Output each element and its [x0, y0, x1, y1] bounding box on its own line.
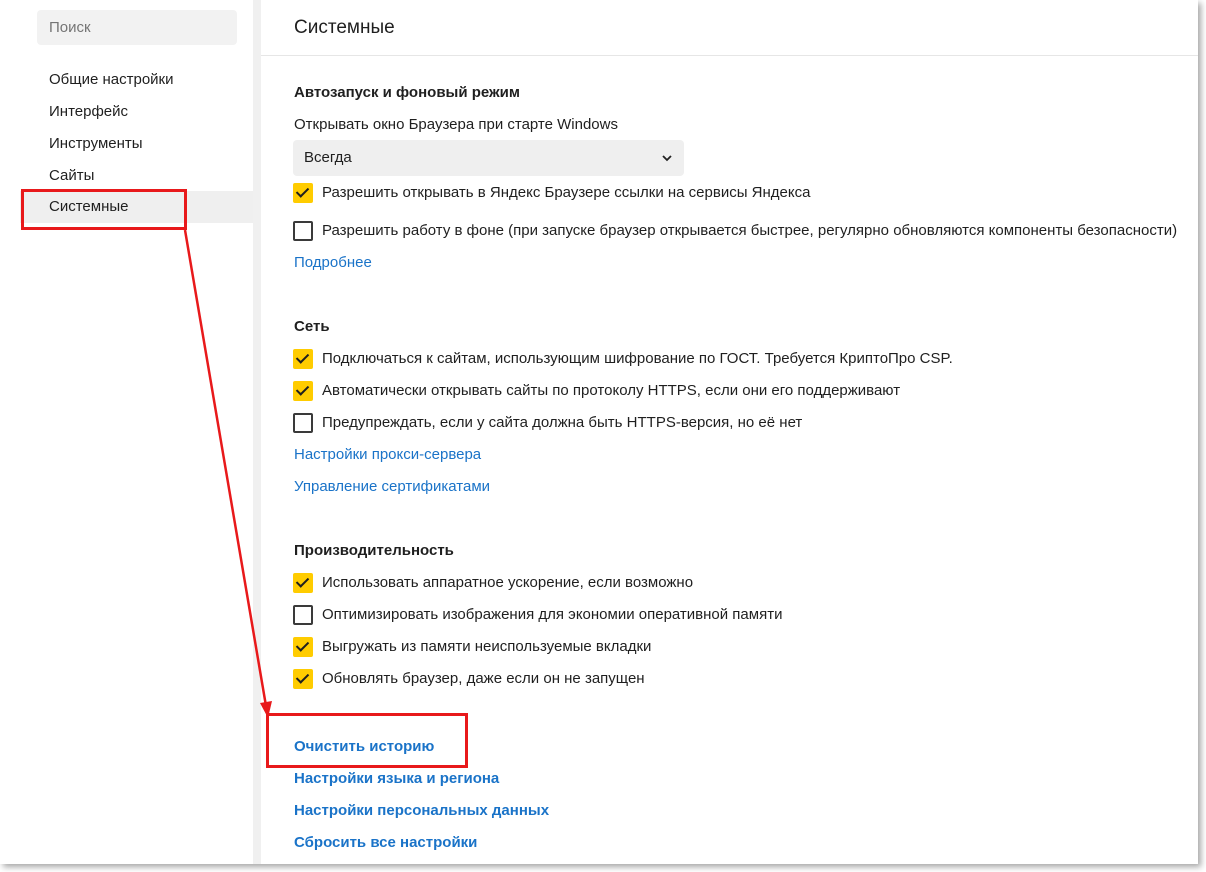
checkbox-label: Подключаться к сайтам, использующим шифр…	[322, 350, 953, 367]
checkbox-unchecked-icon[interactable]	[293, 605, 313, 625]
checkbox-unchecked-icon[interactable]	[293, 221, 313, 241]
checkbox-label: Предупреждать, если у сайта должна быть …	[322, 414, 803, 431]
open-on-start-label: Открывать окно Браузера при старте Windo…	[294, 116, 618, 133]
sidebar-item-general[interactable]: Общие настройки	[20, 64, 253, 96]
section-heading-network: Сеть	[294, 318, 330, 335]
checkbox-checked-icon[interactable]	[293, 637, 313, 657]
sidebar-item-tools[interactable]: Инструменты	[20, 128, 253, 160]
settings-window: Общие настройки Интерфейс Инструменты Са…	[0, 0, 1198, 864]
annotation-highlight-clear-history	[266, 713, 468, 768]
checkbox-label: Разрешить открывать в Яндекс Браузере сс…	[322, 184, 811, 201]
section-heading-performance: Производительность	[294, 542, 454, 559]
checkbox-label: Использовать аппаратное ускорение, если …	[322, 574, 694, 591]
section-heading-autostart: Автозапуск и фоновый режим	[294, 84, 520, 101]
reset-settings-link[interactable]: Сбросить все настройки	[294, 834, 477, 851]
language-region-link[interactable]: Настройки языка и региона	[294, 770, 499, 787]
checkbox-checked-icon[interactable]	[293, 669, 313, 689]
search-input[interactable]	[37, 10, 237, 45]
open-on-start-select[interactable]: Всегда	[293, 140, 684, 176]
sidebar-item-interface[interactable]: Интерфейс	[20, 96, 253, 128]
select-value: Всегда	[304, 149, 352, 166]
proxy-settings-link[interactable]: Настройки прокси-сервера	[294, 446, 481, 463]
checkbox-checked-icon[interactable]	[293, 573, 313, 593]
checkbox-checked-icon[interactable]	[293, 183, 313, 203]
page-title: Системные	[294, 17, 395, 38]
checkbox-label: Разрешить работу в фоне (при запуске бра…	[322, 222, 1178, 239]
sidebar-item-sites[interactable]: Сайты	[20, 160, 253, 192]
divider	[253, 0, 261, 864]
personal-data-link[interactable]: Настройки персональных данных	[294, 802, 549, 819]
certificates-link[interactable]: Управление сертификатами	[294, 478, 490, 495]
title-bar: Системные	[261, 0, 1198, 56]
more-link[interactable]: Подробнее	[294, 254, 372, 271]
checkbox-label: Обновлять браузер, даже если он не запущ…	[322, 670, 645, 687]
checkbox-label: Выгружать из памяти неиспользуемые вклад…	[322, 638, 652, 655]
checkbox-checked-icon[interactable]	[293, 381, 313, 401]
sidebar: Общие настройки Интерфейс Инструменты Са…	[20, 0, 253, 864]
checkbox-checked-icon[interactable]	[293, 349, 313, 369]
checkbox-label: Автоматически открывать сайты по протоко…	[322, 382, 901, 399]
annotation-highlight-system	[21, 189, 187, 230]
checkbox-unchecked-icon[interactable]	[293, 413, 313, 433]
checkbox-label: Оптимизировать изображения для экономии …	[322, 606, 783, 623]
